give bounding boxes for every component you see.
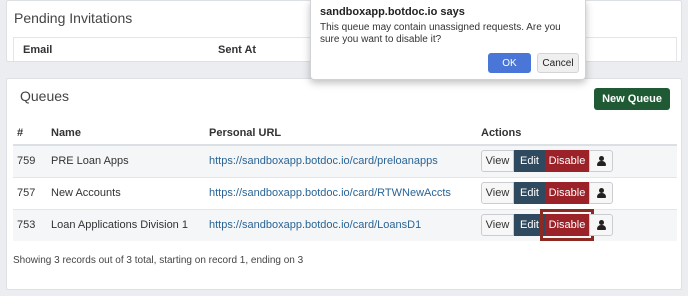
view-button[interactable]: View <box>481 214 514 237</box>
pending-invitations-title: Pending Invitations <box>14 10 133 26</box>
queue-name: New Accounts <box>47 176 205 209</box>
new-queue-button[interactable]: New Queue <box>594 88 670 110</box>
queue-url[interactable]: https://sandboxapp.botdoc.io/card/preloa… <box>205 144 477 177</box>
disable-button-highlighted[interactable]: Disable <box>540 209 594 242</box>
queue-url[interactable]: https://sandboxapp.botdoc.io/card/RTWNew… <box>205 176 477 209</box>
assign-user-button[interactable] <box>589 182 613 204</box>
user-icon <box>596 220 606 231</box>
column-personal-url: Personal URL <box>205 121 477 146</box>
queues-table: # Name Personal URL Actions 759 PRE Loan… <box>13 121 677 242</box>
user-icon <box>596 188 606 199</box>
table-row: 757 New Accounts https://sandboxapp.botd… <box>13 176 677 209</box>
table-row: 759 PRE Loan Apps https://sandboxapp.bot… <box>13 144 677 177</box>
column-email: Email <box>23 43 53 56</box>
records-summary: Showing 3 records out of 3 total, starti… <box>13 255 304 266</box>
view-button[interactable]: View <box>481 150 514 173</box>
edit-button[interactable]: Edit <box>514 182 545 204</box>
ok-button[interactable]: OK <box>488 53 531 73</box>
queue-id: 753 <box>13 208 47 241</box>
dialog-message: This queue may contain unassigned reques… <box>320 22 561 45</box>
column-sent-at: Sent At <box>218 43 257 56</box>
queue-actions: View Edit Disable <box>477 176 677 209</box>
assign-user-button[interactable] <box>589 150 613 173</box>
cancel-button[interactable]: Cancel <box>537 53 579 73</box>
disable-button[interactable]: Disable <box>545 182 589 204</box>
confirm-dialog: sandboxapp.botdoc.io says This queue may… <box>310 0 586 80</box>
disable-button[interactable]: Disable <box>545 150 589 173</box>
queue-name: Loan Applications Division 1 <box>47 208 205 241</box>
column-number: # <box>13 121 47 146</box>
view-button[interactable]: View <box>481 182 514 204</box>
column-actions: Actions <box>477 121 677 146</box>
edit-button[interactable]: Edit <box>514 214 545 237</box>
edit-button[interactable]: Edit <box>514 150 545 173</box>
queue-actions: View Edit Disable <box>477 208 677 242</box>
queue-actions: View Edit Disable <box>477 144 677 177</box>
table-header-row: # Name Personal URL Actions <box>13 121 677 146</box>
queues-title: Queues <box>20 88 70 104</box>
queue-id: 757 <box>13 176 47 209</box>
dialog-title: sandboxapp.botdoc.io says <box>320 6 465 18</box>
queue-name: PRE Loan Apps <box>47 144 205 177</box>
queues-panel: Queues New Queue # Name Personal URL Act… <box>6 78 682 290</box>
table-row: 753 Loan Applications Division 1 https:/… <box>13 208 677 242</box>
assign-user-button[interactable] <box>589 214 613 237</box>
queue-url[interactable]: https://sandboxapp.botdoc.io/card/LoansD… <box>205 208 477 241</box>
user-icon <box>596 156 606 167</box>
column-name: Name <box>47 121 205 146</box>
queue-id: 759 <box>13 144 47 177</box>
